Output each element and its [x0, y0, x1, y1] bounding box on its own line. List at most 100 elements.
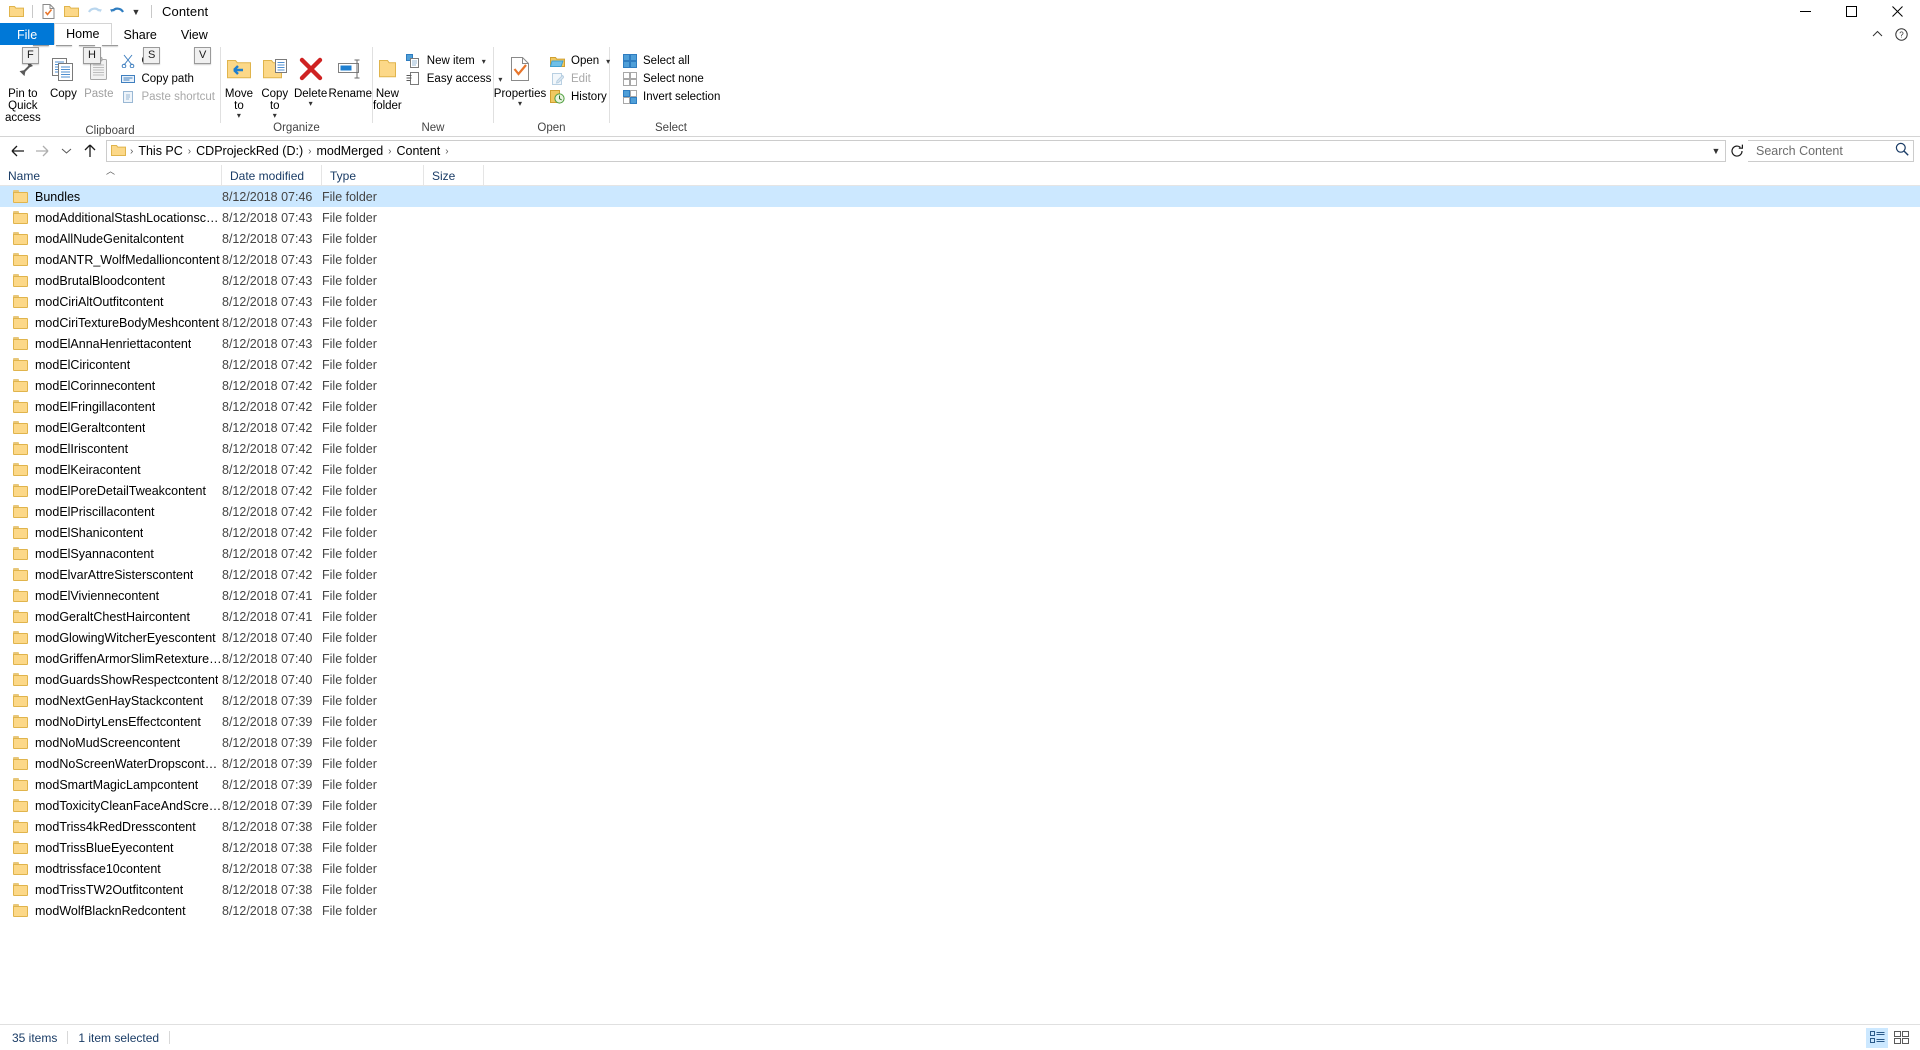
table-row[interactable]: modGlowingWitcherEyescontent 8/12/2018 07… — [0, 627, 1920, 648]
address-field[interactable]: › This PC › CDProjeckRed (D:) › modMerge… — [106, 140, 1726, 162]
ribbon-group-clipboard-label: Clipboard — [85, 125, 135, 137]
large-icons-view-button[interactable] — [1890, 1028, 1912, 1048]
table-row[interactable]: modWolfBlacknRedcontent 8/12/2018 07:38 Fi… — [0, 900, 1920, 921]
tab-view[interactable]: View — [169, 23, 220, 45]
invert-selection-button[interactable]: Invert selection — [618, 88, 725, 106]
edit-label: Edit — [571, 73, 591, 85]
redo-icon[interactable] — [106, 1, 129, 22]
table-row[interactable]: modElPriscillacontent 8/12/2018 07:42 File… — [0, 501, 1920, 522]
qat-customize-dropdown-icon[interactable]: ▼ — [129, 1, 143, 22]
breadcrumb-item-modmerged[interactable]: modMerged — [312, 144, 387, 158]
breadcrumb-item-content[interactable]: Content — [393, 144, 445, 158]
table-row[interactable]: modAdditionalStashLocationscontent 8/12/2… — [0, 207, 1920, 228]
table-row[interactable]: modElFringillacontent 8/12/2018 07:42 File… — [0, 396, 1920, 417]
column-header-type[interactable]: Type — [322, 165, 424, 186]
table-row[interactable]: modElShanicontent 8/12/2018 07:42 File fol… — [0, 522, 1920, 543]
table-row[interactable]: modSmartMagicLampcontent 8/12/2018 07:39 F… — [0, 774, 1920, 795]
breadcrumb-separator-4[interactable]: › — [444, 146, 449, 157]
easy-access-button[interactable]: Easy access ▾ — [402, 70, 508, 88]
table-row[interactable]: modElCorinnecontent 8/12/2018 07:42 File f… — [0, 375, 1920, 396]
table-row[interactable]: modElAnnaHenriettacontent 8/12/2018 07:43… — [0, 333, 1920, 354]
ribbon-group-open: Properties ▾ Open ▾ Edit History Open — [494, 45, 610, 136]
table-row[interactable]: modTrissTW2Outfitcontent 8/12/2018 07:38 F… — [0, 879, 1920, 900]
column-header-size[interactable]: Size — [424, 165, 484, 186]
file-date-cell: 8/12/2018 07:43 — [222, 210, 313, 225]
details-view-button[interactable] — [1866, 1027, 1888, 1048]
undo-icon — [83, 1, 106, 22]
breadcrumb-item-drive[interactable]: CDProjeckRed (D:) — [192, 144, 307, 158]
back-button[interactable] — [6, 139, 30, 163]
minimize-button[interactable] — [1782, 0, 1828, 23]
tab-home[interactable]: Home — [54, 23, 112, 45]
table-row[interactable]: modNextGenHayStackcontent 8/12/2018 07:39… — [0, 690, 1920, 711]
delete-button[interactable]: Delete ▾ — [293, 48, 329, 108]
new-item-button[interactable]: New item ▾ — [402, 52, 508, 70]
refresh-button[interactable] — [1726, 140, 1748, 162]
table-row[interactable]: modGuardsShowRespectcontent 8/12/2018 07:… — [0, 669, 1920, 690]
select-all-button[interactable]: Select all — [618, 52, 725, 70]
copy-to-dropdown-icon[interactable]: ▾ — [273, 112, 277, 120]
file-name-cell: modTriss4kRedDresscontent — [0, 819, 222, 834]
maximize-button[interactable] — [1828, 0, 1874, 23]
table-row[interactable]: modElPoreDetailTweakcontent 8/12/2018 07:… — [0, 480, 1920, 501]
properties-icon[interactable] — [37, 1, 60, 22]
up-button[interactable] — [78, 139, 102, 163]
history-button[interactable]: History — [546, 88, 615, 106]
table-row[interactable]: modGriffenArmorSlimRetexturecontent8/12/… — [0, 648, 1920, 669]
file-list[interactable]: Bundles 8/12/2018 07:46 File folder modAddi… — [0, 186, 1920, 1024]
table-row[interactable]: modToxicityCleanFaceAndScreencontent8/12… — [0, 795, 1920, 816]
table-row[interactable]: modBrutalBloodcontent 8/12/2018 07:43 File… — [0, 270, 1920, 291]
tab-file[interactable]: File — [0, 23, 55, 45]
collapse-ribbon-icon[interactable] — [1866, 24, 1888, 44]
table-row[interactable]: modElKeiracontent 8/12/2018 07:42 File fol… — [0, 459, 1920, 480]
open-button[interactable]: Open ▾ — [546, 52, 615, 70]
search-input[interactable]: Search Content — [1748, 140, 1914, 162]
new-folder-button[interactable]: New folder — [373, 48, 402, 112]
select-none-button[interactable]: Select none — [618, 70, 725, 88]
new-item-dropdown-icon[interactable]: ▾ — [482, 57, 486, 66]
table-row[interactable]: modTrissBlueEyecontent 8/12/2018 07:38 Fil… — [0, 837, 1920, 858]
table-row[interactable]: modElIriscontent 8/12/2018 07:42 File fold… — [0, 438, 1920, 459]
table-row[interactable]: modElvarAttreSisterscontent 8/12/2018 07:… — [0, 564, 1920, 585]
copy-to-button[interactable]: Copy to ▾ — [257, 48, 293, 120]
table-row[interactable]: modNoDirtyLensEffectcontent 8/12/2018 07:… — [0, 711, 1920, 732]
folder-icon[interactable] — [5, 1, 28, 22]
rename-button[interactable]: Rename — [329, 48, 372, 100]
properties-button[interactable]: Properties ▾ — [494, 48, 546, 108]
recent-locations-button[interactable] — [54, 139, 78, 163]
new-folder-icon[interactable] — [60, 1, 83, 22]
file-type-cell: File folder — [322, 273, 377, 288]
table-row[interactable]: modAllNudeGenitalcontent 8/12/2018 07:43 F… — [0, 228, 1920, 249]
help-icon[interactable]: ? — [1890, 24, 1912, 44]
file-type-cell: File folder — [322, 735, 377, 750]
column-header-date-modified[interactable]: Date modified — [222, 165, 322, 186]
file-name-cell: modElShanicontent — [0, 525, 222, 540]
address-history-dropdown-icon[interactable]: ▼ — [1707, 141, 1725, 161]
move-to-dropdown-icon[interactable]: ▾ — [237, 112, 241, 120]
search-icon[interactable] — [1895, 142, 1909, 161]
table-row[interactable]: modNoScreenWaterDropscontent 8/12/2018 07… — [0, 753, 1920, 774]
copy-path-button[interactable]: Copy path — [116, 70, 220, 88]
breadcrumb-item-this-pc[interactable]: This PC — [134, 144, 186, 158]
table-row[interactable]: modElGeraltcontent 8/12/2018 07:42 File fo… — [0, 417, 1920, 438]
column-header-name[interactable]: ︿ Name — [0, 165, 222, 186]
table-row[interactable]: modtrissface10content 8/12/2018 07:38 File… — [0, 858, 1920, 879]
copy-button[interactable]: Copy — [46, 48, 81, 100]
table-row[interactable]: modANTR_WolfMedallioncontent 8/12/2018 07… — [0, 249, 1920, 270]
table-row[interactable]: modTriss4kRedDresscontent 8/12/2018 07:38… — [0, 816, 1920, 837]
move-to-button[interactable]: Move to ▾ — [221, 48, 257, 120]
table-row[interactable]: Bundles 8/12/2018 07:46 File folder — [0, 186, 1920, 207]
properties-dropdown-icon[interactable]: ▾ — [518, 100, 522, 108]
close-button[interactable] — [1874, 0, 1920, 23]
table-row[interactable]: modCiriAltOutfitcontent 8/12/2018 07:43 Fi… — [0, 291, 1920, 312]
table-row[interactable]: modNoMudScreencontent 8/12/2018 07:39 File… — [0, 732, 1920, 753]
table-row[interactable]: modElCiricontent 8/12/2018 07:42 File fold… — [0, 354, 1920, 375]
table-row[interactable]: modElSyannacontent 8/12/2018 07:42 File fo… — [0, 543, 1920, 564]
table-row[interactable]: modGeraltChestHaircontent 8/12/2018 07:41… — [0, 606, 1920, 627]
delete-dropdown-icon[interactable]: ▾ — [309, 100, 313, 108]
tab-share[interactable]: Share — [112, 23, 169, 45]
table-row[interactable]: modCiriTextureBodyMeshcontent 8/12/2018 0… — [0, 312, 1920, 333]
search-placeholder: Search Content — [1756, 144, 1843, 158]
paste-shortcut-button: Paste shortcut — [116, 88, 220, 106]
table-row[interactable]: modElViviennecontent 8/12/2018 07:41 File … — [0, 585, 1920, 606]
